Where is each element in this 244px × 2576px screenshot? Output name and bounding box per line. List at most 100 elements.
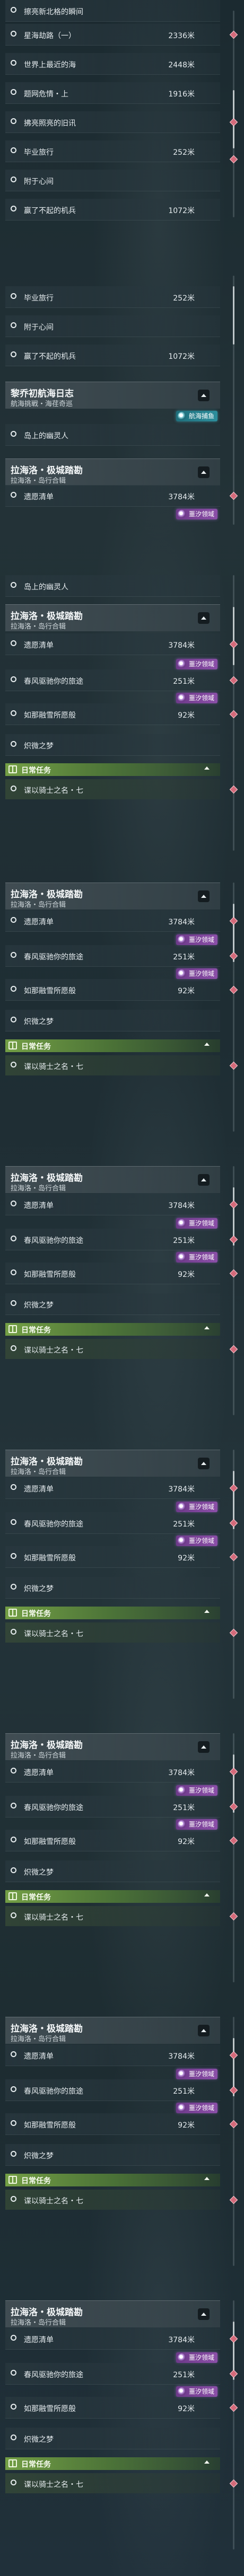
daily-tasks-header[interactable]: 日常任务	[5, 1890, 220, 1903]
list-item[interactable]: 毕业旅行 252米	[5, 140, 238, 164]
status-badge: 航海捕鱼	[176, 411, 218, 421]
collapse-button[interactable]	[198, 1741, 210, 1753]
list-item[interactable]: 炽微之梦	[5, 734, 220, 756]
list-item[interactable]: 如那融雪所愿般 92米	[5, 703, 238, 725]
status-badge: 噩汐领域	[176, 659, 218, 669]
list-item[interactable]: 如那融雪所愿般 92米	[5, 2113, 238, 2135]
bullet-icon	[11, 31, 16, 37]
daily-tasks-header[interactable]: 日常任务	[5, 763, 220, 776]
vortex-icon	[178, 1820, 186, 1829]
scrollbar-thumb[interactable]	[233, 607, 234, 665]
daily-tasks-header[interactable]: 日常任务	[5, 2174, 220, 2186]
bullet-icon	[11, 986, 16, 992]
list-item[interactable]: 谍以骑士之名・七	[5, 1622, 238, 1643]
quest-title: 拉海洛・极城踏勘	[11, 1740, 83, 1751]
daily-tasks-header[interactable]: 日常任务	[5, 1607, 220, 1619]
vortex-icon	[178, 510, 186, 518]
list-item[interactable]: 遗愿清单 3784米	[5, 633, 238, 655]
list-item[interactable]: 炽微之梦	[5, 2144, 220, 2166]
list-item[interactable]: 附于心间	[5, 315, 220, 337]
list-item[interactable]: 谍以骑士之名・七	[5, 2190, 238, 2210]
list-item[interactable]: 赢了不起的机兵 1072米	[5, 345, 220, 366]
list-item[interactable]: 拂亮照亮的旧讯	[5, 111, 238, 133]
list-item[interactable]: 毕业旅行 252米	[5, 286, 220, 308]
quest-header-region[interactable]: 拉海洛・极城踏勘 拉海洛・岛行合辑	[5, 883, 220, 910]
list-item[interactable]: 春风驱驰你的旅途 251米	[5, 2363, 238, 2385]
quest-header-region[interactable]: 拉海洛・极城踏勘 拉海洛・岛行合辑	[5, 1450, 220, 1477]
scrollbar-thumb[interactable]	[233, 286, 234, 345]
list-item[interactable]: 谍以骑士之名・七	[5, 779, 238, 799]
list-item[interactable]: 春风驱驰你的旅途 251米	[5, 2079, 238, 2101]
list-item[interactable]: 春风驱驰你的旅途 251米	[5, 1796, 238, 1818]
collapse-button[interactable]	[198, 2308, 210, 2320]
list-item[interactable]: 岛上的幽灵人	[5, 424, 220, 446]
status-badge: 噩汐领域	[176, 934, 218, 945]
bullet-icon	[11, 492, 16, 498]
list-item[interactable]: 世界上最近的海 2448米	[5, 53, 220, 75]
quest-header-region[interactable]: 拉海洛・极城踏勘 拉海洛・岛行合辑	[5, 2300, 220, 2327]
list-item[interactable]: 如那融雪所愿般 92米	[5, 2397, 238, 2419]
list-item[interactable]: 岛上的幽灵人	[5, 575, 220, 597]
bullet-icon	[11, 1300, 16, 1306]
list-item[interactable]: 如那融雪所愿般 92米	[5, 1830, 238, 1851]
collapse-button[interactable]	[198, 390, 210, 401]
list-item[interactable]: 擦亮新北格的瞬间	[5, 0, 220, 22]
list-item[interactable]: 附于心间	[5, 170, 220, 191]
quest-header-voyage[interactable]: 黎乔初航海日志 航海挑戦・海荏奇巡	[5, 382, 220, 409]
list-item[interactable]: 遗愿清单 3784米	[5, 910, 238, 932]
list-item[interactable]: 春风驱驰你的旅途 251米	[5, 1512, 238, 1534]
scrollbar[interactable]	[233, 11, 234, 217]
list-item[interactable]: 遗愿清单 3784米	[5, 485, 238, 507]
quest-header-region[interactable]: 拉海洛・极城踏勘 拉海洛・岛行合辑	[5, 1166, 220, 1193]
list-item[interactable]: 谍以骑士之名・七	[5, 1339, 238, 1359]
quest-subtitle: 拉海洛・岛行合辑	[11, 477, 66, 485]
collapse-button[interactable]	[198, 890, 210, 902]
list-item[interactable]: 春风驱驰你的旅途 251米	[5, 669, 238, 691]
bullet-icon	[11, 7, 16, 13]
list-item[interactable]: 炽微之梦	[5, 1860, 220, 1882]
list-item[interactable]: 谍以骑士之名・七	[5, 1906, 238, 1926]
list-item[interactable]: 春风驱驰你的旅途 251米	[5, 1229, 238, 1250]
list-item[interactable]: 谍以骑士之名・七	[5, 2473, 238, 2493]
list-item[interactable]: 遗愿清单 3784米	[5, 2044, 238, 2066]
scrollbar[interactable]	[233, 276, 234, 525]
map-marker-icon	[229, 1912, 238, 1921]
quest-header-region[interactable]: 拉海洛・极城踏勘 拉海洛・岛行合辑	[5, 458, 220, 486]
list-item[interactable]: 遗愿清单 3784米	[5, 2328, 238, 2350]
quest-header-region[interactable]: 拉海洛・极城踏勘 拉海洛・岛行合辑	[5, 604, 220, 631]
list-item[interactable]: 星海劫路（一） 2336米	[5, 24, 238, 46]
list-item[interactable]: 炽微之梦	[5, 1293, 220, 1315]
list-item[interactable]: 如那融雪所愿般 92米	[5, 979, 238, 1001]
collapse-button[interactable]	[198, 2025, 210, 2036]
list-item[interactable]: 炽微之梦	[5, 2428, 220, 2449]
list-item[interactable]: 遗愿清单 3784米	[5, 1761, 238, 1783]
daily-task-icon	[8, 1892, 17, 1900]
list-item[interactable]: 如那融雪所愿般 92米	[5, 1263, 238, 1284]
quest-title: 拉海洛・极城踏勘	[11, 2024, 83, 2034]
daily-tasks-header[interactable]: 日常任务	[5, 1323, 220, 1336]
collapse-button[interactable]	[198, 1458, 210, 1469]
list-item[interactable]: 炽微之梦	[5, 1577, 220, 1599]
list-item[interactable]: 春风驱驰你的旅途 251米	[5, 945, 238, 967]
collapse-button[interactable]	[198, 466, 210, 478]
list-item[interactable]: 如那融雪所愿般 92米	[5, 1546, 238, 1568]
bullet-icon	[11, 1484, 16, 1490]
collapse-button[interactable]	[198, 612, 210, 624]
list-item[interactable]: 谍以骑士之名・七	[5, 1055, 238, 1075]
list-item[interactable]: 遗愿清单 3784米	[5, 1194, 238, 1215]
list-item[interactable]: 遗愿清单 3784米	[5, 1477, 238, 1499]
bullet-icon	[11, 293, 16, 299]
frame-region-2: 拉海洛・极城踏勘 拉海洛・岛行合辑 遗愿清单 3784米 噩汐领域 春风驱驰你的旅…	[0, 1166, 244, 1421]
daily-tasks-header[interactable]: 日常任务	[5, 2457, 220, 2470]
list-item[interactable]: 题网危情・上 1916米	[5, 82, 220, 104]
bullet-icon	[11, 917, 16, 923]
quest-header-region[interactable]: 拉海洛・极城踏勘 拉海洛・岛行合辑	[5, 1733, 220, 1760]
bullet-icon	[11, 322, 16, 328]
list-item[interactable]: 赢了不起的机兵 1072米	[5, 199, 220, 220]
daily-tasks-header[interactable]: 日常任务	[5, 1039, 220, 1052]
quest-header-region[interactable]: 拉海洛・极城踏勘 拉海洛・岛行合辑	[5, 2017, 220, 2044]
list-item[interactable]: 炽微之梦	[5, 1010, 220, 1031]
collapse-button[interactable]	[198, 1174, 210, 1186]
vortex-icon	[178, 1219, 186, 1228]
bullet-icon	[11, 741, 16, 747]
